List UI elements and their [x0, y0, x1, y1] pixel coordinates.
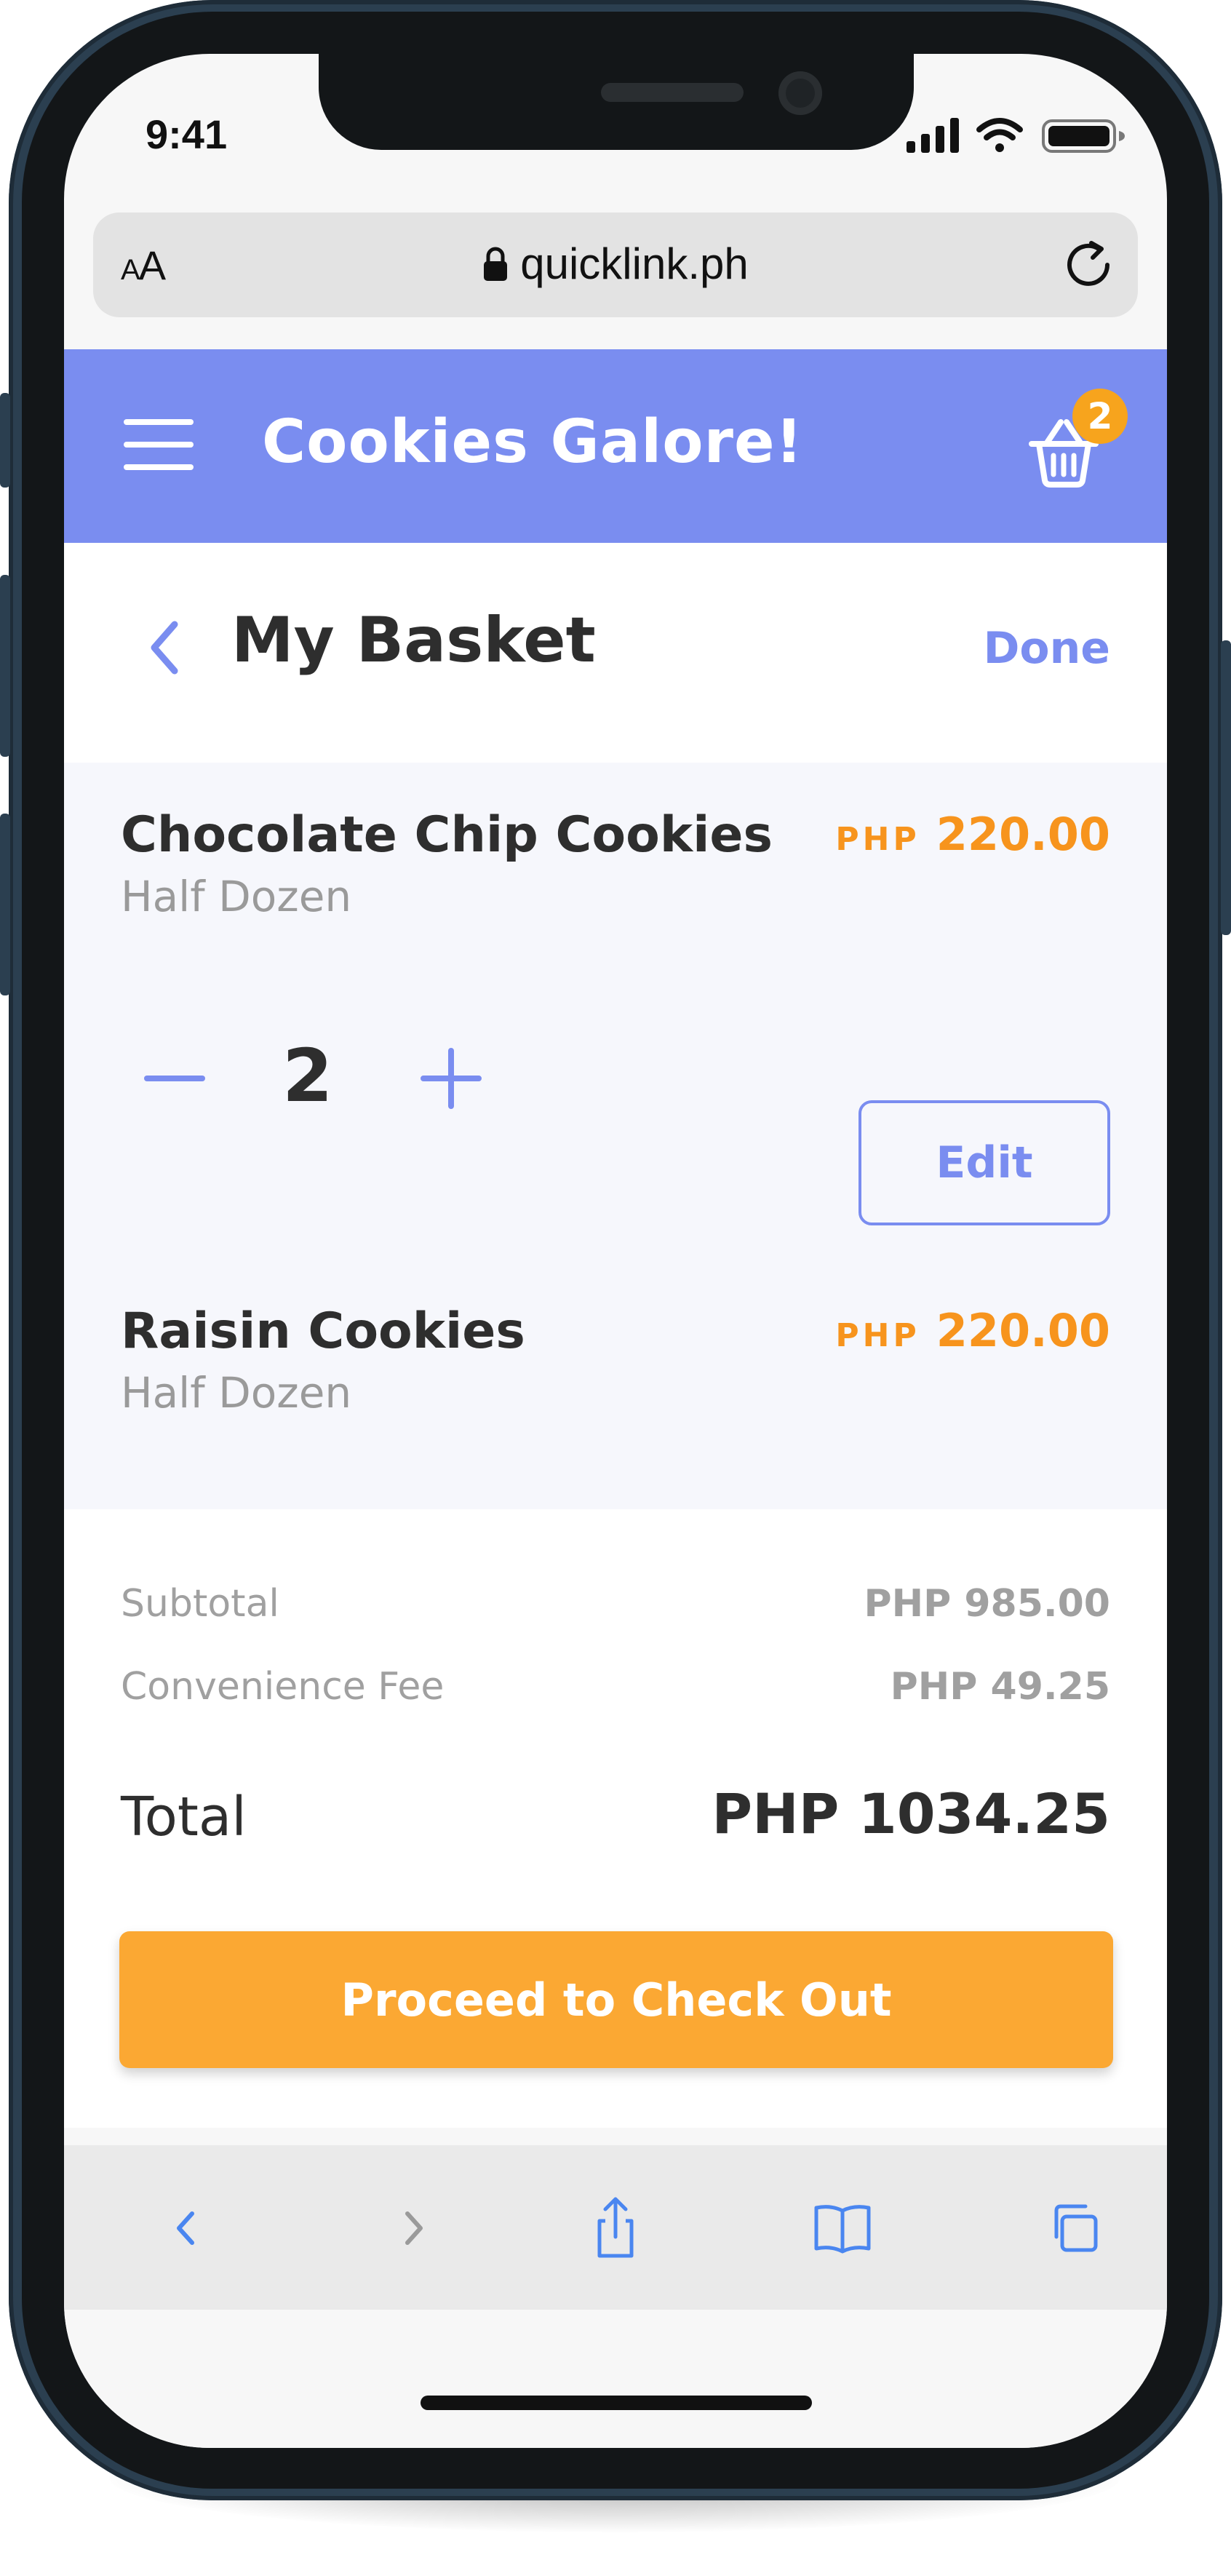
checkout-button[interactable]: Proceed to Check Out [119, 1931, 1113, 2068]
subtotal-label: Subtotal [121, 1582, 279, 1626]
edit-item-button[interactable]: Edit [858, 1100, 1110, 1225]
app-title: Cookies Galore! [262, 408, 803, 477]
item-amount: 220.00 [936, 1304, 1110, 1357]
home-indicator[interactable] [421, 2396, 812, 2410]
item-variant: Half Dozen [121, 1368, 352, 1418]
phone-screen: 9:41 AA quicklink.ph Cookies Galore! 2 M… [64, 54, 1167, 2448]
cart-count-badge: 2 [1072, 389, 1128, 444]
item-variant: Half Dozen [121, 872, 352, 921]
subtotal-value: PHP 985.00 [864, 1582, 1110, 1626]
volume-up-button [0, 575, 10, 757]
total-label: Total [121, 1786, 247, 1848]
home-indicator-area [64, 2310, 1167, 2448]
done-button[interactable]: Done [984, 623, 1110, 674]
convenience-fee-value: PHP 49.25 [890, 1665, 1110, 1709]
url-text: quicklink.ph [520, 239, 749, 288]
power-button [1221, 640, 1231, 935]
back-chevron-icon[interactable] [143, 613, 183, 683]
url-display[interactable]: quicklink.ph [93, 239, 1138, 293]
menu-icon[interactable] [124, 419, 194, 470]
app-header: Cookies Galore! 2 [64, 349, 1167, 543]
forward-icon[interactable] [377, 2192, 450, 2265]
tabs-icon[interactable] [1039, 2192, 1112, 2265]
increase-quantity-icon[interactable] [421, 1048, 482, 1109]
status-time: 9:41 [146, 111, 228, 157]
item-currency: PHP [835, 1317, 920, 1354]
volume-down-button [0, 814, 10, 995]
item-amount: 220.00 [936, 808, 1110, 861]
convenience-fee-label: Convenience Fee [121, 1665, 445, 1709]
silent-switch [0, 393, 10, 488]
quantity-value: 2 [282, 1033, 333, 1118]
page-title: My Basket [231, 604, 596, 677]
lock-icon [482, 242, 509, 293]
share-icon[interactable] [579, 2192, 652, 2265]
total-value: PHP 1034.25 [712, 1781, 1110, 1846]
decrease-quantity-icon[interactable] [144, 1048, 205, 1109]
item-name: Raisin Cookies [121, 1303, 525, 1360]
address-bar[interactable]: AA quicklink.ph [93, 212, 1138, 317]
browser-toolbar [64, 2145, 1167, 2310]
signal-icon [907, 118, 959, 153]
order-summary: Subtotal PHP 985.00 Convenience Fee PHP … [64, 1509, 1167, 2128]
item-currency: PHP [835, 821, 920, 858]
bookmarks-icon[interactable] [806, 2192, 879, 2265]
item-name: Chocolate Chip Cookies [121, 806, 773, 864]
status-icons [907, 114, 1132, 157]
battery-icon [1042, 119, 1125, 153]
reload-icon[interactable] [1059, 236, 1118, 294]
speaker [601, 83, 744, 102]
front-camera [778, 71, 822, 115]
item-price: PHP 220.00 [835, 1304, 1110, 1357]
page-header: My Basket Done [64, 543, 1167, 763]
wifi-icon [976, 118, 1023, 152]
basket-items: Chocolate Chip Cookies Half Dozen PHP 220… [64, 763, 1167, 1509]
item-price: PHP 220.00 [835, 808, 1110, 861]
notch [319, 54, 914, 150]
back-icon[interactable] [150, 2192, 223, 2265]
